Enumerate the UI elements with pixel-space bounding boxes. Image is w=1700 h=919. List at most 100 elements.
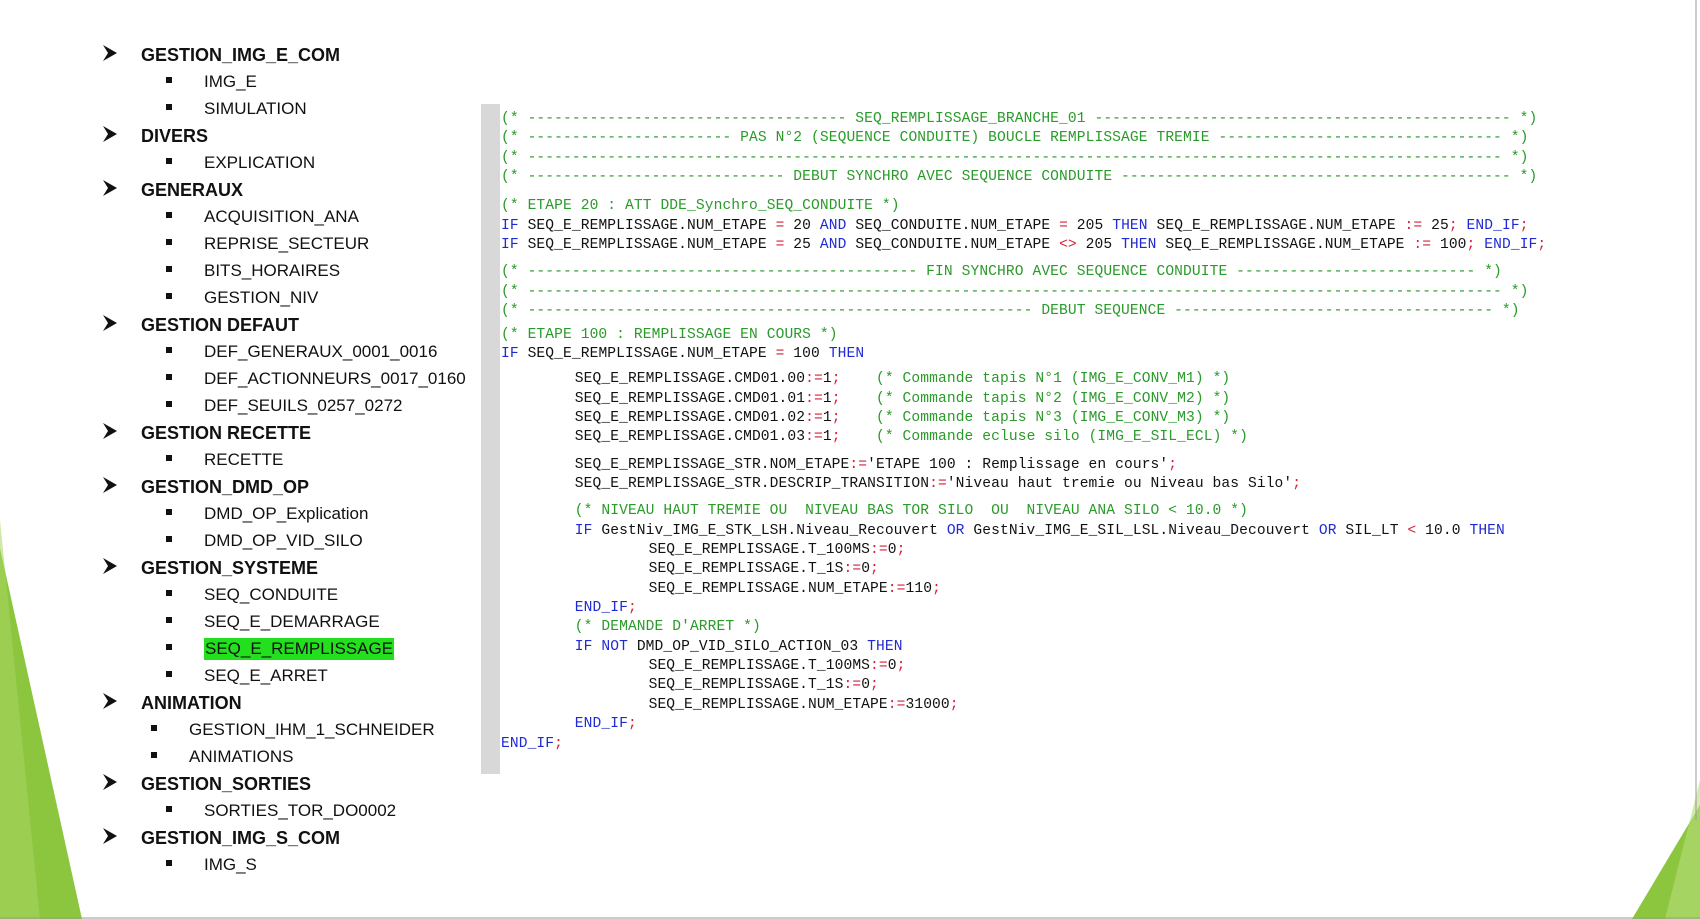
- square-bullet-icon: [166, 374, 172, 380]
- code-operator: ;: [1537, 237, 1547, 254]
- square-bullet-icon: [166, 617, 172, 623]
- code-comment: (* Commande tapis N°3 (IMG_E_CONV_M3) *): [875, 409, 1231, 426]
- code-operator: ;: [1168, 456, 1178, 473]
- outline-label: SEQ_CONDUITE: [204, 585, 339, 604]
- outline-label: BITS_HORAIRES: [204, 261, 341, 280]
- outline-label: GESTION RECETTE: [141, 423, 312, 443]
- square-bullet-icon: [166, 860, 172, 866]
- code-line: SEQ_E_REMPLISSAGE.T_100MS:=0;: [649, 541, 906, 560]
- code-text: SEQ_E_REMPLISSAGE.CMD01.03: [574, 429, 806, 446]
- code-comment: (* -------------------------------------…: [501, 149, 1529, 166]
- outline-item: EXPLICATION: [0, 150, 480, 177]
- code-text: SEQ_E_REMPLISSAGE.T_100MS: [648, 542, 871, 558]
- outline-label: SEQ_E_DEMARRAGE: [204, 612, 380, 631]
- code-line: SEQ_E_REMPLISSAGE.T_1S:=0;: [649, 676, 879, 695]
- code-text: 10.0: [1416, 522, 1470, 539]
- code-operator: :=: [870, 658, 888, 675]
- outline-item: DMD_OP_Explication: [0, 501, 480, 528]
- code-text: SEQ_E_REMPLISSAGE.T_1S: [648, 561, 844, 578]
- code-line: END_IF;: [575, 715, 637, 734]
- code-keyword: THEN: [867, 638, 903, 655]
- outline-label: DMD_OP_VID_SILO: [204, 531, 363, 550]
- code-line: (* DEMANDE D'ARRET *): [575, 618, 761, 637]
- code-keyword: THEN: [1121, 237, 1157, 254]
- code-comment: (* Commande tapis N°1 (IMG_E_CONV_M1) *): [875, 371, 1231, 388]
- code-line: (* NIVEAU HAUT TREMIE OU NIVEAU BAS TOR …: [575, 502, 1248, 521]
- code-keyword: AND: [819, 217, 847, 234]
- code-text: GestNiv_IMG_E_STK_LSH.Niveau_Recouvert: [601, 522, 947, 539]
- code-text: 110: [905, 580, 933, 597]
- outline-section: GESTION DEFAUT: [0, 312, 480, 339]
- outline-section: ANIMATION: [0, 690, 480, 717]
- outline-item: BITS_HORAIRES: [0, 258, 480, 285]
- code-line: (* ------------------------------------ …: [501, 110, 1537, 129]
- outline-label: DEF_ACTIONNEURS_0017_0160: [204, 369, 466, 388]
- code-operator: :=: [805, 409, 823, 426]
- arrow-bullet-icon: [102, 691, 118, 711]
- code-operator: :=: [887, 696, 906, 713]
- code-text: 0: [861, 561, 871, 578]
- code-keyword: END_IF: [574, 716, 628, 733]
- module-outline-list: GESTION_IMG_E_COM IMG_E SIMULATION DIVERS EX…: [0, 42, 480, 879]
- square-bullet-icon: [166, 104, 172, 110]
- code-operator: ;: [831, 371, 841, 388]
- square-bullet-icon: [166, 239, 172, 245]
- code-text: 1: [822, 409, 832, 426]
- code-operator: ;: [627, 716, 637, 733]
- code-keyword: IF: [501, 345, 528, 362]
- code-comment: (* Commande ecluse silo (IMG_E_SIL_ECL) …: [875, 429, 1249, 446]
- outline-label: GESTION_IMG_S_COM: [141, 828, 341, 848]
- code-text: 100: [784, 345, 829, 362]
- code-comment: (* -------------------------------------…: [501, 264, 1502, 281]
- code-text: 205: [1076, 237, 1122, 254]
- code-operator: =: [1059, 217, 1068, 234]
- outline-label: GESTION_DMD_OP: [141, 477, 310, 497]
- code-text: SEQ_E_REMPLISSAGE.CMD01.00: [574, 371, 806, 388]
- arrow-bullet-icon: [102, 178, 118, 198]
- arrow-bullet-icon: [102, 772, 118, 792]
- code-text: 0: [861, 677, 871, 694]
- code-text: 1: [822, 371, 832, 388]
- code-text: 205: [1067, 217, 1113, 234]
- code-comment: (* -------------------------------------…: [501, 283, 1529, 300]
- code-text: SEQ_E_REMPLISSAGE.NUM_ETAPE: [648, 696, 888, 713]
- square-bullet-icon: [166, 293, 172, 299]
- outline-label: IMG_E: [204, 72, 257, 91]
- square-bullet-icon: [166, 401, 172, 407]
- code-text: SEQ_CONDUITE.NUM_ETAPE: [846, 237, 1060, 254]
- outline-item: SEQ_E_REMPLISSAGE: [0, 636, 480, 663]
- code-text: SEQ_E_REMPLISSAGE.NUM_ETAPE: [527, 237, 776, 254]
- outline-label: GESTION_SORTIES: [141, 774, 312, 794]
- code-keyword: IF NOT: [574, 638, 637, 655]
- code-text: SEQ_E_REMPLISSAGE.CMD01.01: [574, 390, 806, 407]
- outline-section: GESTION_SORTIES: [0, 771, 480, 798]
- outline-label: IMG_S: [204, 855, 257, 874]
- code-keyword: END_IF: [1484, 237, 1538, 254]
- code-text: 'ETAPE 100 : Remplissage en cours': [867, 456, 1169, 473]
- outline-label: GESTION DEFAUT: [141, 315, 300, 335]
- code-operator: ;: [870, 677, 879, 694]
- code-keyword: OR: [1318, 522, 1337, 539]
- code-operator: :=: [870, 542, 888, 558]
- code-text: SEQ_E_REMPLISSAGE.T_1S: [648, 677, 844, 694]
- code-operator: :=: [1413, 237, 1432, 254]
- code-text: SEQ_E_REMPLISSAGE_STR.DESCRIP_TRANSITION: [574, 475, 930, 492]
- code-operator: ;: [932, 580, 941, 597]
- code-comment: (* ----------------------- PAS N°2 (SEQU…: [501, 130, 1529, 147]
- outline-label-highlighted: SEQ_E_REMPLISSAGE: [204, 638, 395, 660]
- outline-section: GESTION_IMG_E_COM: [0, 42, 480, 69]
- code-operator: ;: [896, 658, 906, 675]
- code-line: SEQ_E_REMPLISSAGE.CMD01.00:=1; (* Comman…: [575, 370, 1231, 389]
- structured-text-code-panel: (* ------------------------------------ …: [481, 104, 1700, 774]
- code-line: IF GestNiv_IMG_E_STK_LSH.Niveau_Recouver…: [575, 522, 1505, 541]
- code-line: SEQ_E_REMPLISSAGE.T_100MS:=0;: [649, 657, 906, 676]
- code-operator: :=: [929, 475, 947, 492]
- code-keyword: END_IF: [501, 735, 555, 752]
- square-bullet-icon: [151, 752, 157, 758]
- outline-label: GESTION_NIV: [204, 288, 319, 307]
- code-operator: :=: [843, 561, 862, 578]
- square-bullet-icon: [166, 347, 172, 353]
- code-keyword: END_IF: [1466, 217, 1520, 234]
- outline-label: GESTION_SYSTEME: [141, 558, 319, 578]
